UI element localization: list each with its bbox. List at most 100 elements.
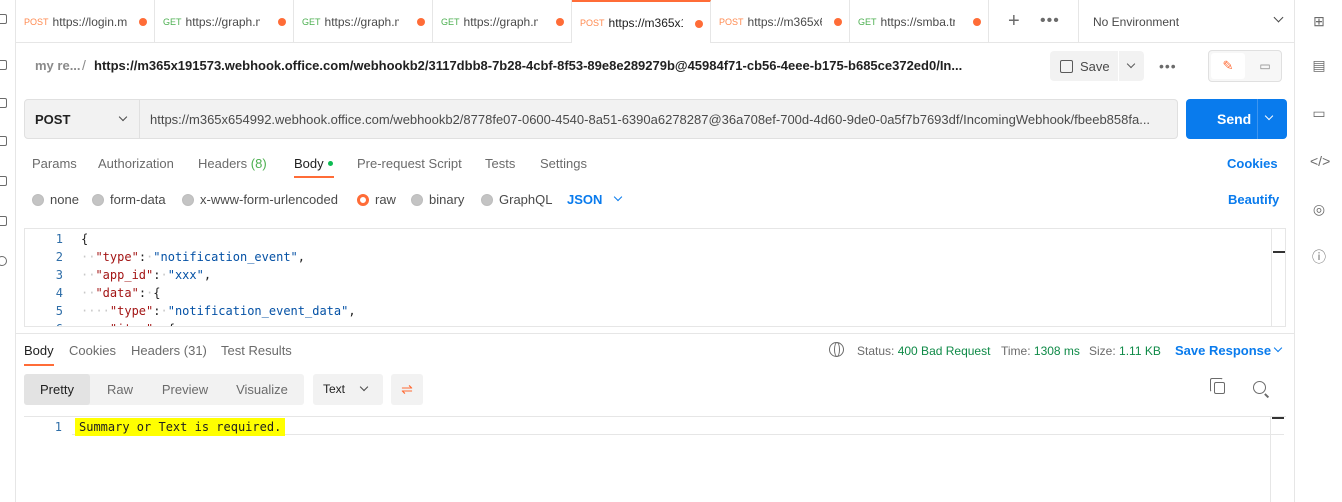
url-input[interactable] (140, 99, 1178, 139)
pencil-icon[interactable]: ✎ (1211, 53, 1245, 79)
comment-icon[interactable]: ▭ (1249, 53, 1281, 79)
tab-authorization[interactable]: Authorization (98, 156, 174, 171)
tab-headers-label: Headers (198, 156, 248, 171)
request-body-editor[interactable]: 6····"item":·{5····"type":·"notification… (24, 228, 1286, 327)
tab-url: https://m365x6 (747, 14, 822, 29)
code-token: "data" (95, 286, 139, 300)
response-time[interactable]: Time: 1308 ms (1001, 344, 1080, 358)
response-tab-body[interactable]: Body (24, 343, 54, 358)
tab-url: https://graph.mic (324, 14, 399, 29)
editor-scrollbar[interactable] (1271, 229, 1285, 326)
method-select[interactable]: POST (24, 99, 140, 139)
tab-settings[interactable]: Settings (540, 156, 587, 171)
tab-headers[interactable]: Headers (8) (198, 156, 267, 171)
tab-more-button[interactable]: ••• (1040, 12, 1060, 30)
body-type-urlencoded[interactable]: x-www-form-urlencoded (182, 192, 338, 207)
size-value: 1.11 KB (1119, 344, 1161, 358)
code-token: "item" (110, 322, 153, 326)
body-type-label: raw (375, 192, 396, 207)
indent-guide: ···· (81, 322, 110, 326)
copy-icon[interactable] (1210, 378, 1225, 394)
tab-pre-request-script[interactable]: Pre-request Script (357, 156, 462, 171)
response-scrollbar[interactable] (1270, 417, 1284, 502)
save-response-button[interactable]: Save Response (1175, 343, 1283, 358)
indent-guide: ·· (81, 268, 96, 282)
api-docs-icon[interactable]: ⊞ (1310, 12, 1328, 30)
response-status[interactable]: Status: 400 Bad Request (857, 344, 990, 358)
view-preview[interactable]: Preview (150, 374, 220, 405)
apis-icon[interactable] (0, 60, 7, 70)
body-language-select[interactable]: JSON (567, 192, 623, 207)
tab-url: https://smba.tra (880, 14, 955, 29)
tab-tests[interactable]: Tests (485, 156, 515, 171)
code-text: ····"type":·"notification_event_data", (81, 302, 356, 320)
request-tab[interactable]: POST https://login.mi (16, 0, 155, 43)
pane-divider[interactable] (16, 333, 1294, 334)
line-number: 4 (55, 286, 63, 300)
radio-icon (92, 193, 104, 206)
view-pretty[interactable]: Pretty (24, 374, 90, 405)
environment-selector[interactable]: No Environment (1078, 0, 1294, 43)
view-visualize[interactable]: Visualize (220, 374, 304, 405)
environments-icon[interactable] (0, 98, 7, 108)
tab-params[interactable]: Params (32, 156, 77, 171)
code-icon[interactable]: </> (1310, 152, 1330, 170)
chevron-down-icon[interactable] (1126, 59, 1136, 69)
chevron-down-icon[interactable] (1264, 111, 1274, 121)
environment-label: No Environment (1093, 14, 1180, 29)
response-tab-test-results[interactable]: Test Results (221, 343, 292, 358)
code-text: ····"item":·{ (81, 320, 175, 326)
body-type-graphql[interactable]: GraphQL (481, 192, 552, 207)
code-text: ··"type":·"notification_event", (81, 248, 305, 266)
globe-icon[interactable] (829, 342, 844, 357)
body-type-raw[interactable]: raw (357, 192, 396, 207)
request-tab-active[interactable]: POST https://m365x1 (572, 0, 711, 43)
request-tab[interactable]: GET https://graph.mic (433, 0, 572, 43)
indent-guide: ·· (81, 286, 96, 300)
tab-body[interactable]: Body (294, 156, 333, 171)
request-tab[interactable]: GET https://graph.mic (294, 0, 433, 43)
wrap-lines-icon[interactable]: ⇌ (391, 374, 423, 405)
beautify-button[interactable]: Beautify (1228, 192, 1279, 207)
history-icon[interactable] (0, 256, 7, 266)
save-button[interactable]: Save (1050, 51, 1144, 81)
response-tab-cookies[interactable]: Cookies (69, 343, 116, 358)
comments-icon[interactable]: ▭ (1310, 104, 1328, 122)
response-size[interactable]: Size: 1.11 KB (1089, 344, 1161, 358)
response-body-viewer[interactable]: 1 Summary or Text is required. (24, 416, 1286, 502)
body-type-label: GraphQL (499, 192, 553, 207)
unsaved-dot-icon (834, 18, 842, 26)
body-type-form-data[interactable]: form-data (92, 192, 166, 207)
line-number: 3 (55, 268, 63, 282)
mock-icon[interactable] (0, 136, 7, 146)
more-actions-button[interactable]: ••• (1159, 58, 1177, 74)
breadcrumb-collection[interactable]: my re... (35, 58, 81, 73)
view-raw[interactable]: Raw (90, 374, 150, 405)
new-tab-button[interactable]: + (1008, 11, 1020, 31)
code-token: · (160, 268, 168, 282)
request-title[interactable]: https://m365x191573.webhook.office.com/w… (94, 58, 974, 73)
documentation-icon[interactable]: ▤ (1310, 56, 1328, 74)
body-type-label: form-data (110, 192, 166, 207)
status-label: Status: (857, 344, 895, 358)
body-type-label: none (50, 192, 79, 207)
body-type-none[interactable]: none (32, 192, 79, 207)
body-type-binary[interactable]: binary (411, 192, 464, 207)
response-format-select[interactable]: Text (313, 374, 383, 405)
flows-icon[interactable] (0, 216, 7, 226)
lightbulb-icon[interactable]: ◎ (1310, 200, 1328, 218)
request-tab[interactable]: GET https://graph.mic (155, 0, 294, 43)
monitors-icon[interactable] (0, 176, 7, 186)
code-token: "type" (109, 304, 154, 318)
response-tab-headers[interactable]: Headers (31) (131, 343, 207, 358)
info-icon[interactable]: ⓘ (1310, 248, 1328, 266)
request-tab[interactable]: GET https://smba.tra (850, 0, 989, 43)
status-value: 400 Bad Request (897, 344, 991, 358)
radio-icon (182, 193, 194, 206)
request-tab[interactable]: POST https://m365x6 (711, 0, 850, 43)
collections-icon[interactable] (0, 14, 7, 24)
cookies-link[interactable]: Cookies (1227, 156, 1278, 171)
send-button[interactable]: Send (1186, 99, 1287, 139)
right-context-bar: ⊞ ▤ ▭ </> ◎ ⓘ (1294, 0, 1342, 502)
search-icon[interactable] (1253, 381, 1266, 394)
